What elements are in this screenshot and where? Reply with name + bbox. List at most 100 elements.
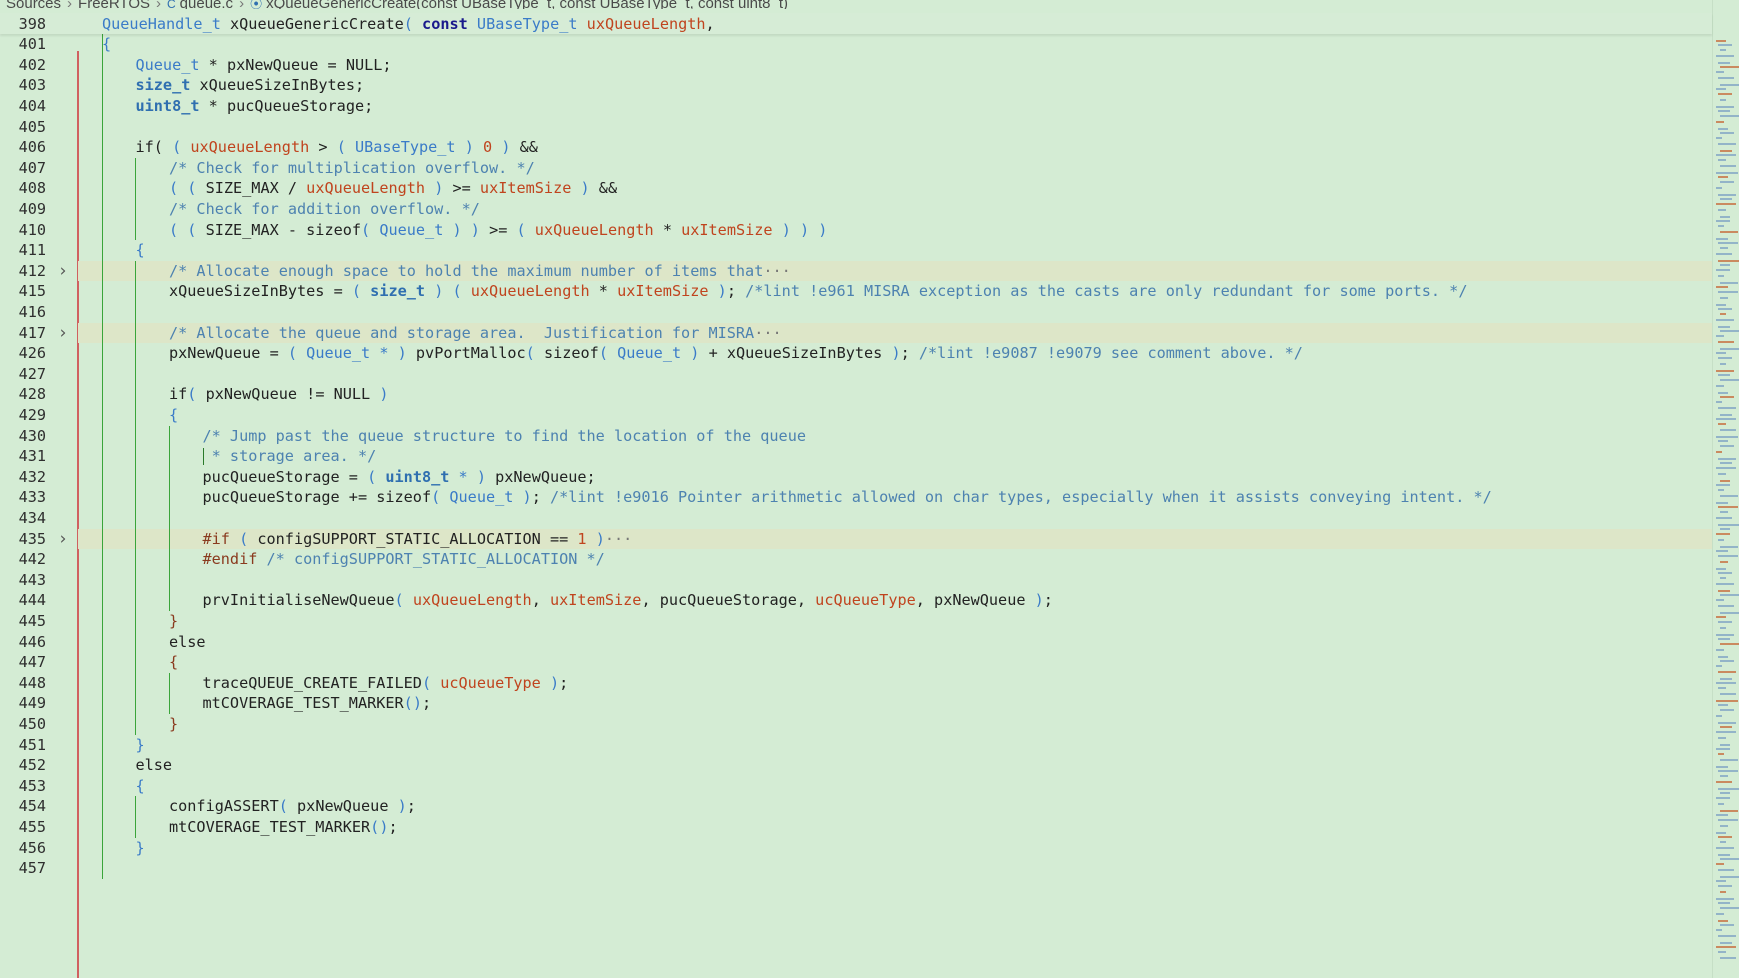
line-number[interactable]: 430 [0,426,46,447]
line-number[interactable]: 402 [0,55,46,76]
line-number[interactable]: 416 [0,302,46,323]
chevron-right-icon[interactable]: › [56,323,70,344]
code-line[interactable]: 407 /* Check for multiplication overflow.… [0,158,1712,179]
code-line[interactable]: 426 pxNewQueue = ( Queue_t * ) pvPortMall… [0,343,1712,364]
line-number[interactable]: 407 [0,158,46,179]
line-number[interactable]: 445 [0,611,46,632]
line-number[interactable]: 434 [0,508,46,529]
code-line[interactable]: 408 ( ( SIZE_MAX / uxQueueLength ) >= uxI… [0,178,1712,199]
code-line[interactable]: 404 uint8_t * pucQueueStorage; [0,96,1712,117]
chevron-right-icon[interactable]: › [56,529,70,550]
code-line[interactable]: 409 /* Check for addition overflow. */ [0,199,1712,220]
line-number[interactable]: 410 [0,220,46,241]
line-number[interactable]: 401 [0,34,46,55]
line-number[interactable]: 412 [0,261,46,282]
breadcrumb-item-sources[interactable]: Sources [6,0,61,9]
code-line[interactable]: 430 /* Jump past the queue structure to f… [0,426,1712,447]
line-number[interactable]: 455 [0,817,46,838]
code-line[interactable]: 450} [0,714,1712,735]
code-line[interactable]: 447 { [0,652,1712,673]
code-line[interactable]: 433 pucQueueStorage += sizeof( Queue_t );… [0,487,1712,508]
code-line[interactable]: 457 [0,858,1712,879]
code-line[interactable]: 454 configASSERT( pxNewQueue ); [0,796,1712,817]
minimap-line [1720,348,1739,350]
line-number[interactable]: 435 [0,529,46,550]
code-token: else [169,632,206,651]
line-number[interactable]: 432 [0,467,46,488]
line-number[interactable]: 411 [0,240,46,261]
line-number[interactable]: 403 [0,75,46,96]
folded-code-line[interactable]: 435 › #if ( configSUPPORT_STATIC_ALLOCATIO… [0,528,1712,550]
chevron-right-icon: › [239,0,245,9]
line-number[interactable]: 444 [0,590,46,611]
code-line[interactable]: 453 { [0,776,1712,797]
line-number[interactable]: 429 [0,405,46,426]
line-number[interactable]: 428 [0,384,46,405]
line-number[interactable]: 431 [0,446,46,467]
line-number[interactable]: 448 [0,673,46,694]
code-line[interactable]: 410( ( SIZE_MAX - sizeof( Queue_t ) ) >=… [0,220,1712,241]
code-line[interactable]: 427 [0,364,1712,385]
line-number[interactable]: 454 [0,796,46,817]
chevron-right-icon[interactable]: › [56,261,70,282]
line-number[interactable]: 457 [0,858,46,879]
line-number[interactable]: 450 [0,714,46,735]
line-number[interactable]: 408 [0,178,46,199]
code-line[interactable]: 428 if( pxNewQueue != NULL ) [0,384,1712,405]
line-number[interactable]: 456 [0,838,46,859]
line-number[interactable]: 415 [0,281,46,302]
code-line[interactable]: 444 prvInitialiseNewQueue( uxQueueLength,… [0,590,1712,611]
code-line[interactable]: 431 * storage area. */ [0,446,1712,467]
minimap-line [1716,766,1728,768]
line-number[interactable]: 398 [0,13,46,36]
code-line[interactable]: 445} [0,611,1712,632]
line-number[interactable]: 409 [0,199,46,220]
line-number[interactable]: 443 [0,570,46,591]
line-number[interactable]: 452 [0,755,46,776]
code-line[interactable]: 446 else [0,632,1712,653]
line-number[interactable]: 447 [0,652,46,673]
code-line[interactable]: 403 size_t xQueueSizeInBytes; [0,75,1712,96]
line-number[interactable]: 451 [0,735,46,756]
line-number[interactable]: 426 [0,343,46,364]
code-line[interactable]: 442 #endif /* configSUPPORT_STATIC_ALLOCA… [0,549,1712,570]
line-number[interactable]: 405 [0,117,46,138]
code-editor[interactable]: 398 QueueHandle_t xQueueGenericCreate( co… [0,13,1739,978]
folded-code-line[interactable]: 412 › /* Allocate enough space to hold the… [0,260,1712,282]
code-line[interactable]: 455 mtCOVERAGE_TEST_MARKER(); [0,817,1712,838]
folded-code-line[interactable]: 417 › /* Allocate the queue and storage ar… [0,322,1712,344]
line-number[interactable]: 404 [0,96,46,117]
code-line[interactable]: 449 mtCOVERAGE_TEST_MARKER(); [0,693,1712,714]
code-line[interactable]: 434 [0,508,1712,529]
code-line[interactable]: 443 [0,570,1712,591]
code-line[interactable]: 411 { [0,240,1712,261]
code-line[interactable]: 415 xQueueSizeInBytes = ( size_t ) ( uxQu… [0,281,1712,302]
code-line[interactable]: 448 traceQUEUE_CREATE_FAILED( ucQueueType… [0,673,1712,694]
line-number[interactable]: 453 [0,776,46,797]
code-line[interactable]: 451} [0,735,1712,756]
line-number[interactable]: 446 [0,632,46,653]
code-line[interactable]: 456} [0,838,1712,859]
folded-region-ellipsis[interactable]: ··· [754,324,781,342]
code-line[interactable]: 405 [0,117,1712,138]
code-line[interactable]: 432 pucQueueStorage = ( uint8_t * ) pxNew… [0,467,1712,488]
code-line[interactable]: 429 { [0,405,1712,426]
sticky-scroll-line[interactable]: 398 QueueHandle_t xQueueGenericCreate( co… [0,13,1712,34]
line-number[interactable]: 417 [0,323,46,344]
breadcrumb-item-freertos[interactable]: FreeRTOS [78,0,150,9]
code-line[interactable]: 416 [0,302,1712,323]
line-number[interactable]: 406 [0,137,46,158]
minimap[interactable] [1712,0,1739,978]
code-line[interactable]: 452 else [0,755,1712,776]
breadcrumb-item-symbol[interactable]: xQueueGenericCreate(const UBaseType_t, c… [266,0,788,9]
code-line[interactable]: 402 Queue_t * pxNewQueue = NULL; [0,55,1712,76]
code-line[interactable]: 406 if( ( uxQueueLength > ( UBaseType_t )… [0,137,1712,158]
line-number[interactable]: 427 [0,364,46,385]
line-number[interactable]: 433 [0,487,46,508]
breadcrumb-item-file[interactable]: queue.c [180,0,233,9]
folded-region-ellipsis[interactable]: ··· [605,530,632,548]
line-number[interactable]: 449 [0,693,46,714]
folded-region-ellipsis[interactable]: ··· [763,262,790,280]
code-line[interactable]: 401 { [0,34,1712,55]
line-number[interactable]: 442 [0,549,46,570]
